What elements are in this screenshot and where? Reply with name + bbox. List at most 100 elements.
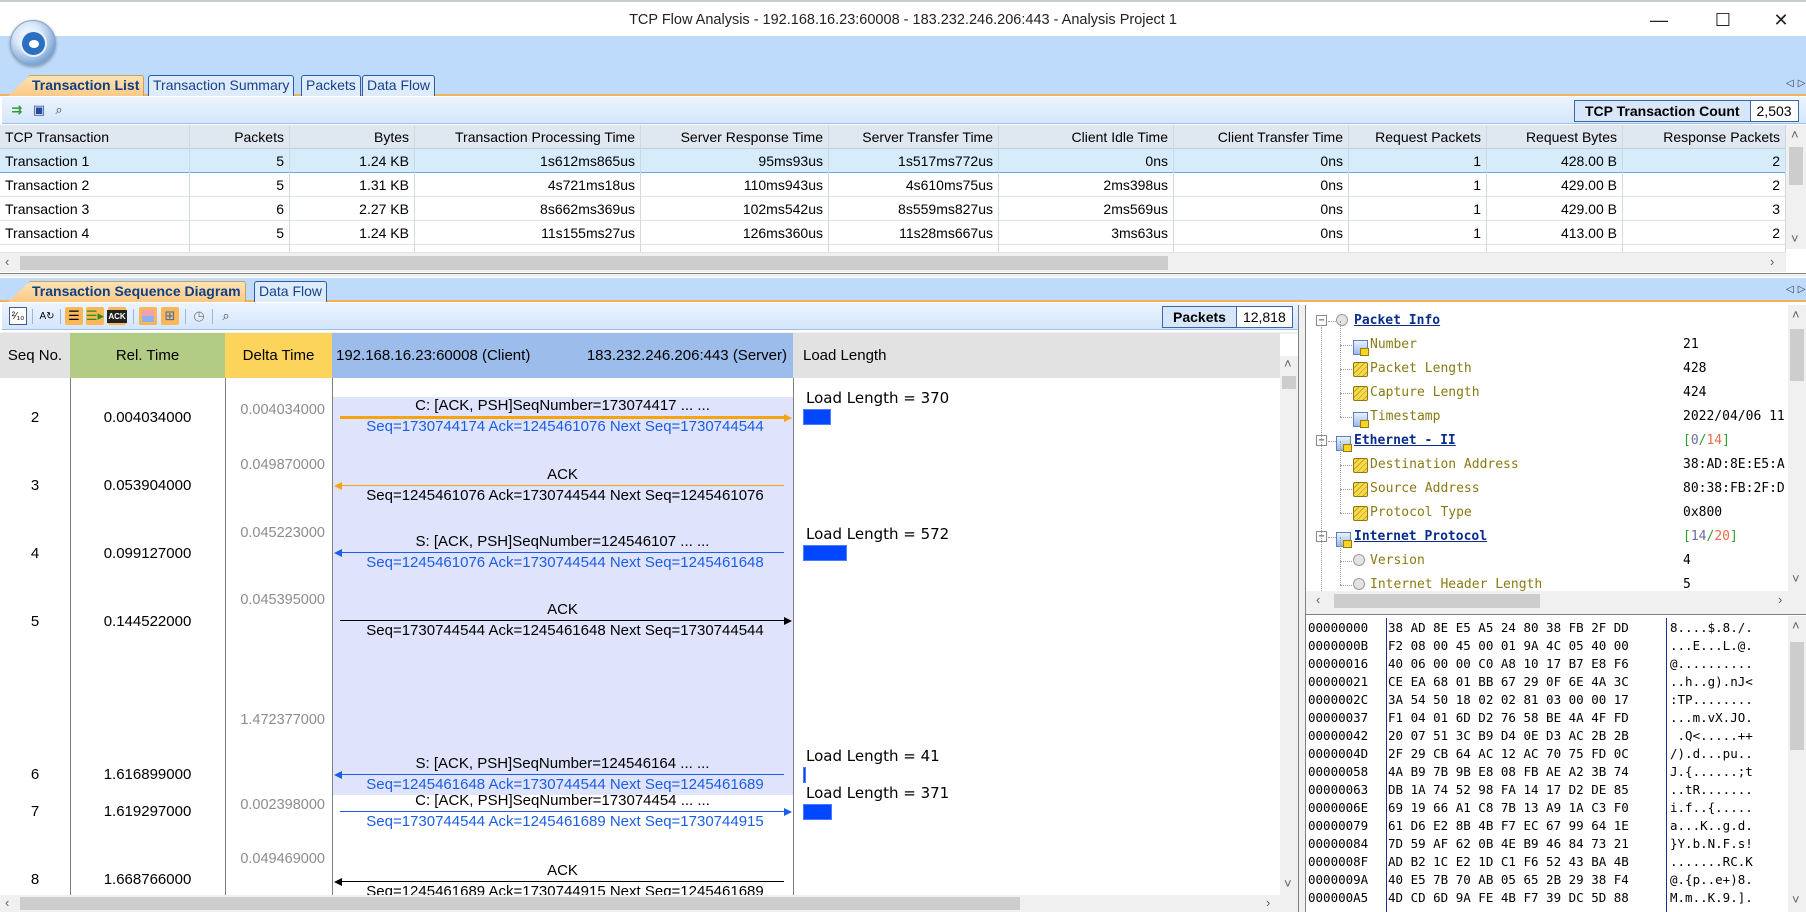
tree-section[interactable]: − Packet Info (1306, 309, 1806, 333)
header-load-length[interactable]: Load Length (793, 333, 1280, 378)
app-logo-button[interactable] (10, 20, 56, 66)
col-header-response-packets[interactable]: Response Packets (1623, 125, 1786, 149)
hex-row[interactable]: 00000016 40 06 00 00 C0 A8 10 17 B7 E8 F6… (1306, 655, 1788, 673)
hex-row[interactable]: 00000000 38 AD 8E E5 A5 24 80 38 FB 2F DD… (1306, 619, 1788, 637)
tab-scroll-arrows[interactable]: ◁▷ (1786, 284, 1806, 295)
tree-field[interactable]: Version 4 (1306, 537, 1806, 573)
header-seq-no[interactable]: Seq No. (0, 333, 70, 378)
hex-row[interactable]: 0000000B F2 08 00 45 00 01 9A 4C 05 40 00… (1306, 637, 1788, 655)
tree-hex-splitter[interactable] (1306, 611, 1806, 615)
vertical-splitter[interactable] (1298, 305, 1306, 912)
sequence-vertical-scrollbar[interactable]: ˄ ˅ (1280, 356, 1298, 895)
hex-row[interactable]: 0000002C 3A 54 50 18 02 02 81 03 00 00 17… (1306, 691, 1788, 709)
hex-row[interactable]: 00000042 20 07 51 3C B9 D4 0E D3 AC 2B 2B… (1306, 727, 1788, 745)
tab-transaction-summary[interactable]: Transaction Summary (148, 75, 295, 96)
tree-section[interactable]: − Internet Protocol [14/20] (1306, 525, 1806, 549)
scroll-up-icon[interactable]: ˄ (1791, 127, 1799, 142)
tree-field[interactable]: Destination Address 38:AD:8E:E5:A (1306, 441, 1806, 477)
minimize-button[interactable]: — (1636, 4, 1682, 36)
hex-row[interactable]: 000000A5 4D CD 6D 9A FE 4B F7 39 DC 5D 88… (1306, 889, 1788, 907)
header-delta-time[interactable]: Delta Time (225, 333, 332, 378)
hex-row[interactable]: 00000058 4A B9 7B 9B E8 08 FB AE A2 3B 74… (1306, 763, 1788, 781)
hex-row[interactable]: 0000004D 2F 29 CB 64 AC 12 AC 70 75 FD 0C… (1306, 745, 1788, 763)
color-bar-icon[interactable] (139, 307, 157, 325)
search-icon[interactable]: ⌕ (50, 101, 68, 119)
header-client[interactable]: 192.168.16.23:60008 (Client) (336, 347, 530, 364)
header-rel-time[interactable]: Rel. Time (70, 333, 225, 378)
col-header-tcp-transaction[interactable]: TCP Transaction (0, 125, 190, 149)
maximize-button[interactable]: ☐ (1700, 4, 1746, 36)
scroll-left-icon[interactable]: ‹ (1316, 592, 1320, 607)
scroll-right-icon[interactable]: › (1778, 592, 1782, 607)
col-header-client-transfer-time[interactable]: Client Transfer Time (1174, 125, 1349, 149)
hex-row[interactable]: 0000008F AD B2 1C E2 1D C1 F6 52 43 BA 4B… (1306, 853, 1788, 871)
scroll-left-icon[interactable]: ‹ (5, 895, 9, 910)
scroll-right-icon[interactable]: › (1770, 254, 1774, 269)
tree-field[interactable]: Packet Length 428 (1306, 345, 1806, 381)
scroll-thumb[interactable] (20, 897, 1020, 910)
scroll-up-icon[interactable]: ˄ (1792, 307, 1800, 322)
scroll-thumb[interactable] (1334, 594, 1540, 608)
hex-row[interactable]: 00000079 61 D6 E2 8B 4B F7 EC 67 99 64 1E… (1306, 817, 1788, 835)
scroll-right-icon[interactable]: › (1266, 895, 1270, 910)
tree-section-label[interactable]: Internet Protocol (1354, 525, 1487, 549)
table-horizontal-scrollbar[interactable]: ‹ › (0, 252, 1786, 272)
tab-scroll-arrows[interactable]: ◁▷ (1786, 78, 1806, 89)
tree-icon[interactable]: ⊞ (161, 307, 179, 325)
hex-row[interactable]: 00000063 DB 1A 74 52 98 FA 14 17 D2 DE 85… (1306, 781, 1788, 799)
hex-row[interactable]: 0000006E 69 19 66 A1 C8 7B 13 A9 1A C3 F0… (1306, 799, 1788, 817)
scroll-down-icon[interactable]: ˅ (1792, 892, 1800, 907)
hex-row[interactable]: 0000009A 40 E5 7B 70 AB 05 65 2B 29 38 F4… (1306, 871, 1788, 889)
header-server[interactable]: 183.232.246.206:443 (Server) (587, 333, 787, 378)
tree-section-label[interactable]: Packet Info (1354, 309, 1440, 333)
hex-row[interactable]: 00000084 7D 59 AF 62 0B 4E B9 46 84 73 21… (1306, 835, 1788, 853)
tab-packets[interactable]: Packets (301, 75, 361, 96)
tree-section-label[interactable]: Ethernet - II (1354, 429, 1456, 453)
scroll-left-icon[interactable]: ‹ (5, 254, 9, 269)
col-header-request-packets[interactable]: Request Packets (1349, 125, 1487, 149)
swap-icon[interactable]: A↻ (38, 307, 56, 325)
col-header-request-bytes[interactable]: Request Bytes (1487, 125, 1623, 149)
scroll-thumb[interactable] (1282, 376, 1296, 389)
table-row[interactable]: Transaction 4 5 1.24 KB 11s155ms27us 126ms36… (0, 221, 1786, 245)
table-row[interactable]: Transaction 1 5 1.24 KB 1s612ms865us 95ms93u… (0, 149, 1786, 173)
col-header-processing-time[interactable]: Transaction Processing Time (415, 125, 641, 149)
table-row[interactable]: Transaction 2 5 1.31 KB 4s721ms18us 110ms943… (0, 173, 1786, 197)
tree-field[interactable]: Protocol Type 0x800 (1306, 489, 1806, 525)
scroll-up-icon[interactable]: ˄ (1284, 356, 1292, 371)
table-row[interactable]: Transaction 3 6 2.27 KB 8s662ms369us 102ms54… (0, 197, 1786, 221)
scroll-down-icon[interactable]: ˅ (1791, 231, 1799, 246)
number-format-icon[interactable]: ²⁄₁₀ (9, 307, 27, 325)
hex-dump-view[interactable]: 00000000 38 AD 8E E5 A5 24 80 38 FB 2F DD… (1306, 616, 1788, 912)
list-icon[interactable]: ☰ (65, 307, 83, 325)
scroll-thumb[interactable] (1789, 147, 1803, 185)
export-icon[interactable]: ⇉ (8, 101, 26, 119)
col-header-server-response-time[interactable]: Server Response Time (641, 125, 829, 149)
col-header-bytes[interactable]: Bytes (290, 125, 415, 149)
tree-field[interactable]: Capture Length 424 (1306, 369, 1806, 405)
scroll-up-icon[interactable]: ˄ (1792, 618, 1800, 633)
tab-data-flow[interactable]: Data Flow (362, 75, 436, 96)
tree-field[interactable]: Timestamp 2022/04/06 11 (1306, 393, 1806, 429)
tree-field[interactable]: Source Address 80:38:FB:2F:D (1306, 465, 1806, 501)
scroll-down-icon[interactable]: ˅ (1792, 571, 1800, 586)
col-header-packets[interactable]: Packets (190, 125, 290, 149)
table-vertical-scrollbar[interactable]: ˄ ˅ (1786, 125, 1806, 249)
collapse-icon[interactable]: − (1316, 315, 1327, 326)
sequence-horizontal-scrollbar[interactable]: ‹ › (0, 895, 1298, 912)
scroll-thumb[interactable] (1790, 642, 1804, 750)
clock-icon[interactable]: ◷ (190, 307, 208, 325)
scroll-down-icon[interactable]: ˅ (1284, 876, 1292, 891)
save-icon[interactable]: ▣ (30, 101, 48, 119)
tree-field[interactable]: Number 21 (1306, 321, 1806, 357)
list-play-icon[interactable]: ☰▸ (86, 307, 104, 325)
close-button[interactable]: ✕ (1758, 4, 1804, 36)
tab-data-flow-lower[interactable]: Data Flow (254, 281, 328, 302)
tree-section[interactable]: − Ethernet - II [0/14] (1306, 429, 1806, 453)
hex-row[interactable]: 00000037 F1 04 01 6D D2 76 58 BE 4A 4F FD… (1306, 709, 1788, 727)
tab-transaction-list[interactable]: Transaction List (28, 75, 145, 96)
tree-horizontal-scrollbar[interactable]: ‹ › (1306, 591, 1806, 611)
tree-field[interactable]: Internet Header Length 5 (1306, 561, 1806, 591)
hex-row[interactable]: 00000021 CE EA 68 01 BB 67 29 0F 6E 4A 3C… (1306, 673, 1788, 691)
scroll-thumb[interactable] (20, 256, 1168, 270)
